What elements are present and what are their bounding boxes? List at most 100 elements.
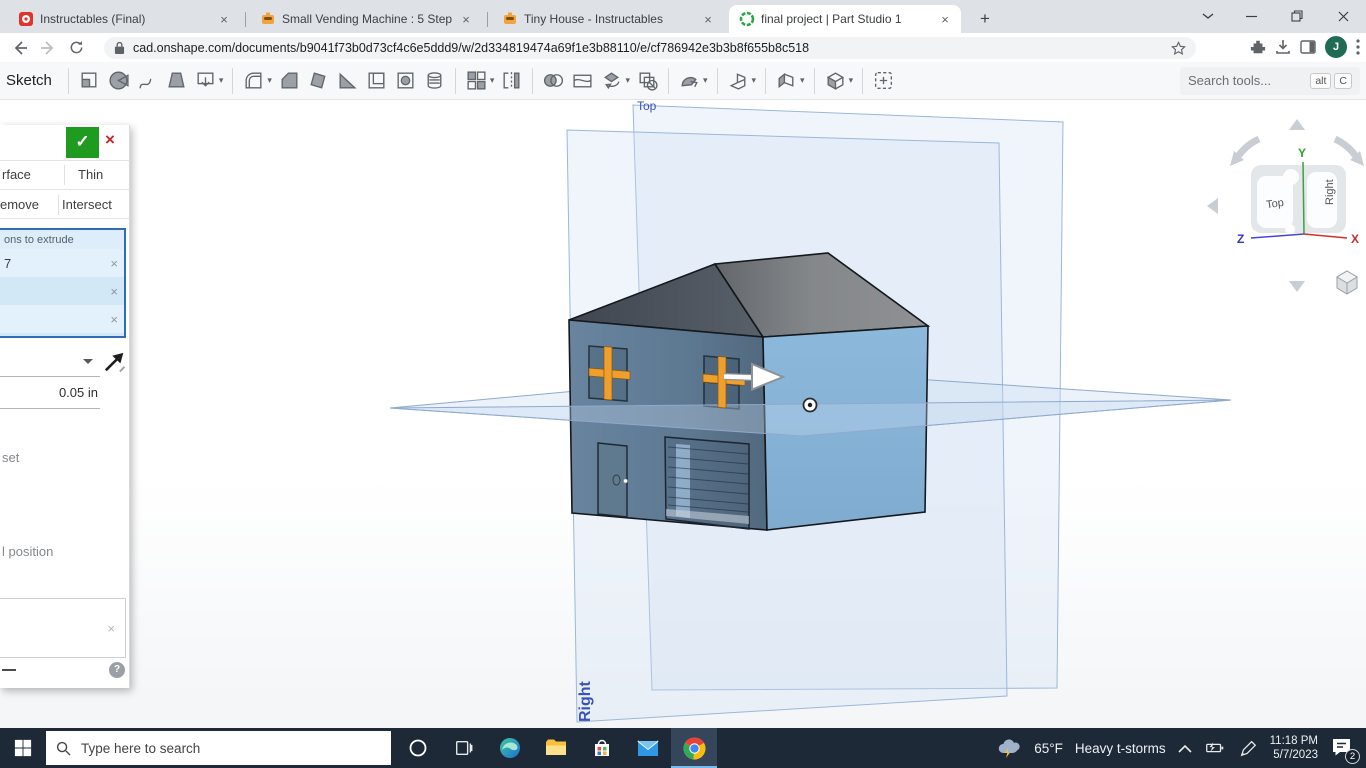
accept-button[interactable]: ✓ (66, 127, 99, 158)
url-text[interactable]: cad.onshape.com/documents/b9041f73b0d73c… (133, 41, 1171, 55)
close-icon[interactable]: × (937, 12, 953, 27)
cortana-button[interactable] (395, 728, 441, 768)
delete-part-tool-icon[interactable] (636, 69, 659, 92)
task-view-button[interactable] (441, 728, 487, 768)
move-face-tool-icon[interactable]: ▾ (678, 69, 708, 92)
microsoft-store-button[interactable] (579, 728, 625, 768)
edge-button[interactable] (487, 728, 533, 768)
position-option-label[interactable]: l position (2, 544, 53, 559)
tab-vending-machine[interactable]: Small Vending Machine : 5 Steps × (250, 5, 482, 33)
isometric-view-icon[interactable] (1337, 271, 1357, 294)
custom-feature-tool-icon[interactable] (872, 69, 895, 92)
op-intersect[interactable]: Intersect (62, 197, 112, 212)
extensions-puzzle-icon[interactable] (1250, 39, 1266, 55)
end-type-dropdown-caret[interactable] (82, 357, 94, 365)
enclose-tool-icon[interactable]: ▾ (824, 69, 854, 92)
hole-tool-icon[interactable] (394, 69, 417, 92)
end-type-select-underline[interactable] (0, 376, 100, 377)
remove-item-icon[interactable]: × (110, 284, 118, 299)
list-item[interactable]: 7× (0, 249, 124, 277)
taskbar-clock[interactable]: 11:18 PM 5/7/2023 (1270, 734, 1318, 762)
window-minimize-button[interactable] (1228, 0, 1274, 32)
start-button[interactable] (0, 728, 46, 768)
close-icon[interactable]: × (700, 12, 716, 27)
regions-to-extrude-list[interactable]: ons to extrude 7× × × × (0, 228, 126, 338)
offset-option-label[interactable]: set (2, 450, 19, 465)
search-tools-field[interactable]: Search tools... alt C (1180, 67, 1360, 95)
origin-point[interactable] (804, 399, 817, 412)
sweep-tool-icon[interactable] (136, 69, 159, 92)
boundary-surface-tool-icon[interactable]: ▾ (775, 69, 805, 92)
boolean-tool-icon[interactable] (542, 69, 565, 92)
rotate-left-arrow[interactable] (1207, 198, 1218, 214)
rib-tool-icon[interactable] (336, 69, 359, 92)
pen-icon[interactable] (1238, 738, 1258, 758)
tab-search-chevron-icon[interactable] (1188, 0, 1228, 32)
profile-avatar[interactable]: J (1325, 36, 1347, 58)
list-item[interactable]: × (0, 333, 124, 338)
revolve-tool-icon[interactable] (107, 69, 130, 92)
offset-surface-tool-icon[interactable]: ▾ (727, 69, 757, 92)
chamfer-tool-icon[interactable] (278, 69, 301, 92)
help-icon[interactable]: ? (109, 662, 125, 678)
close-icon[interactable]: × (458, 12, 474, 27)
temperature-text[interactable]: 65°F (1034, 741, 1063, 756)
roll-right-arrow[interactable] (1335, 139, 1357, 158)
chevron-down-icon[interactable]: ▾ (849, 75, 854, 86)
depth-value-field[interactable]: 0.05 in (0, 385, 98, 400)
thread-tool-icon[interactable] (423, 69, 446, 92)
op-remove[interactable]: emove (0, 197, 39, 212)
tab-tiny-house[interactable]: Tiny House - Instructables × (492, 5, 724, 33)
bookmark-star-icon[interactable] (1171, 41, 1186, 56)
browser-menu-icon[interactable] (1356, 39, 1360, 55)
shell-tool-icon[interactable] (365, 69, 388, 92)
rotate-down-arrow[interactable] (1289, 281, 1305, 292)
tab-instructables-final[interactable]: Instructables (Final) × (8, 5, 240, 33)
viewport-canvas[interactable]: Top Right Top Right (0, 100, 1366, 728)
split-tool-icon[interactable] (571, 69, 594, 92)
battery-icon[interactable] (1204, 737, 1226, 759)
file-explorer-button[interactable] (533, 728, 579, 768)
back-icon[interactable] (6, 36, 34, 60)
reload-icon[interactable] (62, 36, 90, 60)
transform-tool-icon[interactable]: ▾ (600, 69, 630, 92)
window-close-button[interactable] (1320, 0, 1366, 32)
address-bar[interactable]: cad.onshape.com/documents/b9041f73b0d73c… (104, 37, 1196, 59)
chevron-down-icon[interactable]: ▾ (219, 75, 224, 86)
tab-thin[interactable]: Thin (78, 167, 103, 182)
tray-chevron-icon[interactable] (1178, 744, 1192, 753)
tab-part-studio-active[interactable]: final project | Part Studio 1 × (729, 5, 961, 33)
download-icon[interactable] (1275, 39, 1291, 55)
linear-pattern-tool-icon[interactable]: ▾ (465, 69, 495, 92)
door[interactable] (598, 443, 628, 517)
notification-center-button[interactable]: 2 (1330, 736, 1356, 760)
mirror-tool-icon[interactable] (500, 69, 523, 92)
roll-left-arrow[interactable] (1237, 139, 1259, 158)
garage-door[interactable] (665, 437, 749, 529)
side-panel-icon[interactable] (1300, 39, 1316, 55)
sketch-button[interactable]: Sketch (6, 72, 52, 89)
list-item[interactable]: × (0, 277, 124, 305)
chevron-down-icon[interactable]: ▾ (800, 75, 805, 86)
cancel-button[interactable]: × (105, 130, 115, 150)
view-cube[interactable]: Top Right Y X Z (1207, 119, 1364, 294)
merge-scope-box[interactable]: × (0, 598, 126, 658)
extrude-tool-icon[interactable] (78, 69, 101, 92)
fillet-tool-icon[interactable]: ▾ (242, 69, 272, 92)
rotate-up-arrow[interactable] (1289, 119, 1305, 130)
view-cube-corner[interactable] (1283, 169, 1299, 185)
draft-tool-icon[interactable] (307, 69, 330, 92)
forward-icon[interactable] (34, 36, 62, 60)
graphics-area[interactable]: Top Right Top Right (0, 100, 1366, 728)
chevron-down-icon[interactable]: ▾ (490, 75, 495, 86)
view-cube-corner[interactable] (1285, 224, 1295, 234)
chevron-down-icon[interactable]: ▾ (625, 75, 630, 86)
new-tab-button[interactable]: + (972, 6, 998, 32)
tab-surface[interactable]: rface (2, 167, 31, 182)
loft-tool-icon[interactable] (165, 69, 188, 92)
chrome-button[interactable] (671, 728, 717, 768)
window-restore-button[interactable] (1274, 0, 1320, 32)
weather-text[interactable]: Heavy t-storms (1075, 741, 1166, 756)
remove-item-icon[interactable]: × (110, 312, 118, 327)
chevron-down-icon[interactable]: ▾ (703, 75, 708, 86)
